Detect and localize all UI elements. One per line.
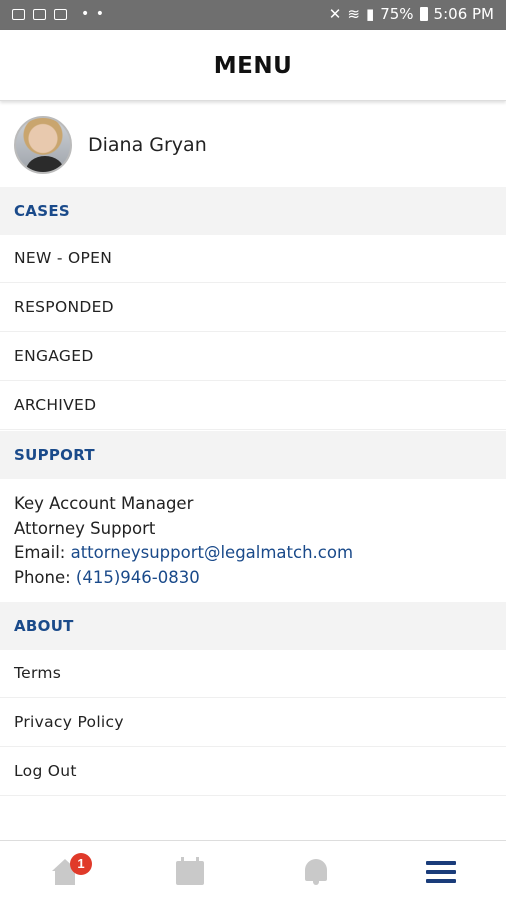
menu-item-label: Log Out xyxy=(14,762,77,780)
nav-home[interactable]: 1 xyxy=(0,841,126,901)
support-line-team: Attorney Support xyxy=(14,518,156,538)
notification-badge: 1 xyxy=(70,853,92,875)
menu-item-label: Privacy Policy xyxy=(14,713,124,731)
status-right: ✕ ≋ ▮ 75% 5:06 PM xyxy=(329,5,494,23)
status-bar: • • ✕ ≋ ▮ 75% 5:06 PM xyxy=(0,0,506,30)
support-email-row: Email: attorneysupport@legalmatch.com xyxy=(14,541,353,566)
profile-name: Diana Gryan xyxy=(88,134,207,156)
menu-item-archived[interactable]: ARCHIVED xyxy=(0,382,506,430)
email-label: Email: xyxy=(14,543,66,562)
avatar xyxy=(14,116,72,174)
section-header-cases: CASES xyxy=(0,187,506,235)
section-header-about: ABOUT xyxy=(0,602,506,650)
menu-item-log-out[interactable]: Log Out xyxy=(0,748,506,796)
menu-item-label: ARCHIVED xyxy=(14,396,97,414)
phone-link[interactable]: (415)946-0830 xyxy=(76,568,200,587)
menu-item-privacy-policy[interactable]: Privacy Policy xyxy=(0,699,506,747)
wifi-icon: ≋ xyxy=(347,5,360,23)
battery-icon xyxy=(419,7,428,21)
menu-icon xyxy=(426,861,456,883)
nav-notifications[interactable] xyxy=(252,841,378,901)
profile-row[interactable]: Diana Gryan xyxy=(0,104,506,186)
signal-icon: ▮ xyxy=(365,5,375,23)
section-title: ABOUT xyxy=(14,617,74,635)
image-icon xyxy=(12,8,25,20)
menu-item-label: NEW - OPEN xyxy=(14,249,113,267)
mute-icon: ✕ xyxy=(328,5,342,23)
support-info: Key Account Manager Attorney Support Ema… xyxy=(14,492,353,590)
page-title: MENU xyxy=(213,53,293,79)
more-dots-icon: • • xyxy=(81,6,105,22)
menu-item-engaged[interactable]: ENGAGED xyxy=(0,333,506,381)
menu-item-label: Terms xyxy=(14,664,62,682)
nav-calendar[interactable] xyxy=(126,841,252,901)
phone-label: Phone: xyxy=(14,567,71,587)
bottom-navigation: 1 xyxy=(0,840,506,901)
notification-icons: • • xyxy=(12,6,105,22)
section-title: SUPPORT xyxy=(14,446,95,464)
nav-menu[interactable] xyxy=(378,841,504,901)
section-header-support: SUPPORT xyxy=(0,431,506,479)
menu-item-terms[interactable]: Terms xyxy=(0,650,506,698)
email-link[interactable]: attorneysupport@legalmatch.com xyxy=(71,543,353,562)
menu-item-label: ENGAGED xyxy=(14,347,94,365)
menu-item-responded[interactable]: RESPONDED xyxy=(0,284,506,332)
support-line-manager: Key Account Manager xyxy=(14,494,194,513)
app-icon xyxy=(54,8,67,20)
calendar-icon xyxy=(176,857,204,885)
gallery-icon xyxy=(33,8,46,20)
app-header: MENU xyxy=(0,30,506,101)
clock: 5:06 PM xyxy=(433,5,494,23)
menu-item-new-open[interactable]: NEW - OPEN xyxy=(0,235,506,283)
bell-icon xyxy=(305,859,327,885)
battery-percent: 75% xyxy=(380,5,414,23)
section-title: CASES xyxy=(14,202,70,220)
support-phone-row: Phone: (415)946-0830 xyxy=(14,566,353,591)
menu-item-label: RESPONDED xyxy=(14,298,114,316)
